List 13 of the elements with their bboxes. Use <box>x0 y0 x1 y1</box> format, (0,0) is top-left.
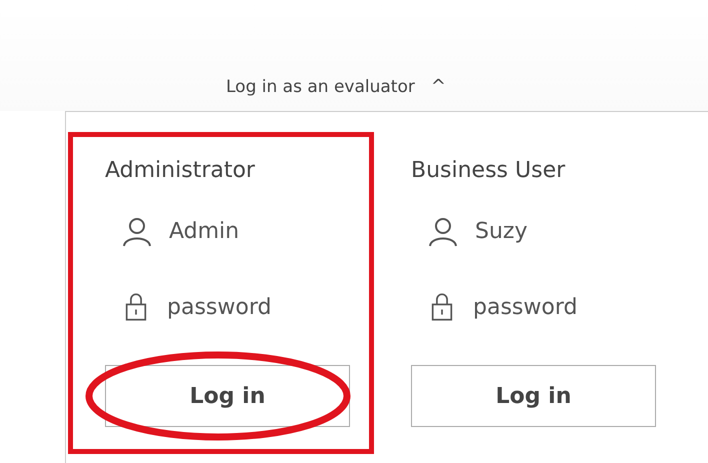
login-button[interactable]: Log in <box>105 365 350 427</box>
password-text: password <box>473 294 578 320</box>
user-icon <box>121 215 153 247</box>
evaluator-toggle[interactable]: Log in as an evaluator ^ <box>226 76 446 97</box>
role-heading: Administrator <box>105 157 256 185</box>
username-text: Suzy <box>475 218 528 244</box>
username-text: Admin <box>169 218 240 244</box>
lock-icon <box>125 292 147 322</box>
password-text: password <box>167 294 272 320</box>
role-heading: Business User <box>411 157 566 185</box>
lock-icon <box>431 292 453 322</box>
user-icon <box>427 215 459 247</box>
login-button[interactable]: Log in <box>411 365 656 427</box>
